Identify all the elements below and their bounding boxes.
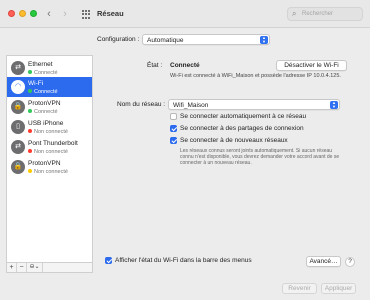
network-name-value: Wifi_Maison	[173, 101, 209, 109]
auto-join-label: Se connecter automatiquement à ce réseau	[180, 113, 307, 120]
add-service-button[interactable]: +	[7, 263, 17, 272]
chevron-up-down-icon: ▲ ▼	[330, 101, 338, 109]
wifi-detail-pane: État : Connecté Désactiver le Wi-Fi Wi-F…	[97, 55, 365, 273]
close-window-button[interactable]	[8, 10, 15, 17]
service-item[interactable]: 🔒 ProtonVPN Non connecté	[7, 157, 92, 177]
iphone-icon: ▯	[11, 120, 25, 134]
vpn-icon: 🔒	[11, 160, 25, 174]
window-title: Réseau	[97, 9, 124, 18]
revert-button[interactable]: Revenir	[282, 283, 317, 294]
show-all-grid-icon[interactable]	[82, 10, 91, 19]
show-in-menu-checkbox[interactable]	[105, 257, 112, 264]
status-dot-icon	[28, 88, 32, 93]
service-status: Non connecté	[28, 168, 68, 175]
hotspot-label: Se connecter à des partages de connexion	[180, 125, 304, 132]
show-in-menu-label: Afficher l'état du Wi-Fi dans la barre d…	[115, 257, 252, 264]
forward-arrow-icon[interactable]: ›	[60, 8, 70, 20]
search-field[interactable]: ⌕ Rechercher	[287, 7, 363, 21]
service-status-text: Non connecté	[34, 148, 68, 155]
help-button[interactable]: ?	[345, 257, 355, 267]
action-menu-button[interactable]: ⊖⌄	[27, 263, 43, 272]
service-name: Wi-Fi	[28, 79, 44, 87]
service-status-text: Connecté	[34, 88, 58, 95]
services-list-controls: + − ⊖⌄	[6, 263, 93, 273]
service-item[interactable]: ⇄ Pont Thunderbolt Non connecté	[7, 137, 92, 157]
service-name: Ethernet	[28, 60, 53, 68]
search-placeholder: Rechercher	[302, 11, 334, 17]
wifi-icon: ◠	[11, 80, 25, 94]
status-dot-icon	[28, 148, 32, 153]
services-list: ⇄ Ethernet Connecté ◠ Wi-Fi Connecté 🔒 ProtonVP…	[6, 55, 93, 263]
configuration-value: Automatique	[147, 36, 184, 44]
hotspot-checkbox[interactable]	[170, 125, 177, 132]
status-dot-icon	[28, 69, 32, 74]
apply-button[interactable]: Appliquer	[321, 283, 356, 294]
network-name-label: Nom du réseau :	[117, 101, 166, 108]
service-name: ProtonVPN	[28, 159, 61, 167]
state-label: État :	[147, 62, 163, 69]
back-arrow-icon[interactable]: ‹	[44, 8, 54, 20]
advanced-button[interactable]: Avancé…	[306, 256, 341, 267]
remove-service-button[interactable]: −	[17, 263, 27, 272]
service-status: Connecté	[28, 108, 58, 115]
auto-join-checkbox[interactable]	[170, 113, 177, 120]
minimize-window-button[interactable]	[19, 10, 26, 17]
service-name: Pont Thunderbolt	[28, 139, 78, 147]
service-name: ProtonVPN	[28, 99, 61, 107]
configuration-popup[interactable]: Automatique ▲ ▼	[142, 34, 270, 45]
state-description: Wi-Fi est connecté à WiFi_Maison et poss…	[170, 73, 341, 79]
service-item[interactable]: ▯ USB iPhone Non connecté	[7, 117, 92, 137]
turn-off-wifi-button[interactable]: Désactiver le Wi-Fi	[276, 60, 347, 71]
vpn-icon: 🔒	[11, 100, 25, 114]
network-name-popup[interactable]: Wifi_Maison ▲ ▼	[168, 99, 340, 110]
configuration-label: Configuration :	[97, 36, 140, 43]
zoom-window-button[interactable]	[30, 10, 37, 17]
status-dot-icon	[28, 168, 32, 173]
new-networks-hint: Les réseaux connus seront joints automat…	[180, 148, 340, 166]
service-item[interactable]: 🔒 ProtonVPN Connecté	[7, 97, 92, 117]
service-item[interactable]: ◠ Wi-Fi Connecté	[7, 77, 92, 97]
toolbar: ‹ › Réseau ⌕ Rechercher	[0, 0, 370, 28]
state-value: Connecté	[170, 62, 200, 69]
network-preferences-window: ‹ › Réseau ⌕ Rechercher Configuration : …	[0, 0, 370, 300]
service-status-text: Connecté	[34, 108, 58, 115]
service-name: USB iPhone	[28, 119, 64, 127]
ethernet-icon: ⇄	[11, 61, 25, 75]
service-status: Connecté	[28, 69, 58, 76]
status-dot-icon	[28, 128, 32, 133]
service-status: Non connecté	[28, 148, 68, 155]
service-status-text: Connecté	[34, 69, 58, 76]
chevron-up-down-icon: ▲ ▼	[260, 36, 268, 44]
service-status-text: Non connecté	[34, 168, 68, 175]
service-status-text: Non connecté	[34, 128, 68, 135]
service-status: Non connecté	[28, 128, 68, 135]
thunderbolt-icon: ⇄	[11, 140, 25, 154]
service-item[interactable]: ⇄ Ethernet Connecté	[7, 58, 92, 78]
service-status: Connecté	[28, 88, 58, 95]
new-networks-label: Se connecter à de nouveaux réseaux	[180, 137, 288, 144]
new-networks-checkbox[interactable]	[170, 137, 177, 144]
status-dot-icon	[28, 108, 32, 113]
search-icon: ⌕	[292, 9, 297, 18]
